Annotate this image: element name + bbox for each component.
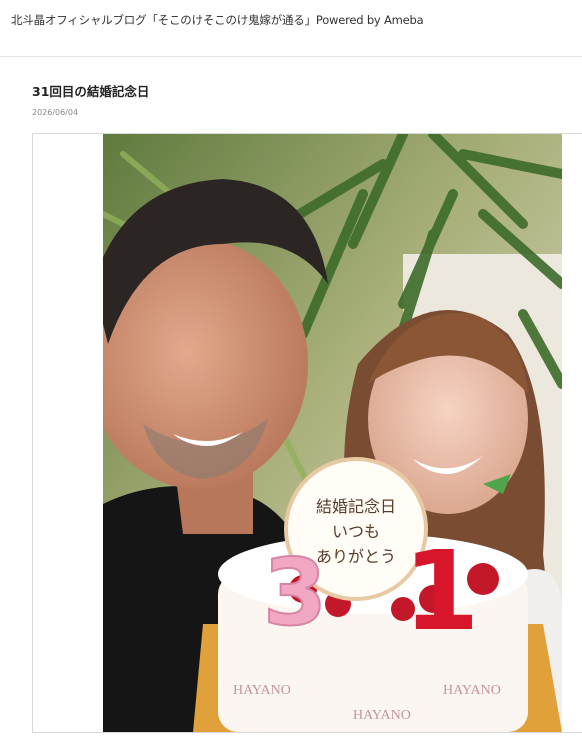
candle-digit-1: 1	[403, 527, 480, 655]
candle-digit-3: 3	[263, 539, 327, 646]
cake-brand-3: HAYANO	[443, 683, 501, 698]
entry-photo[interactable]: 結婚記念日 いつも ありがとう 3 1 HAYANO HAYANO HAYANO	[103, 134, 562, 732]
selfie-photo-illustration: 結婚記念日 いつも ありがとう 3 1 HAYANO HAYANO HAYANO	[103, 134, 562, 732]
plaque-line-3: ありがとう	[316, 547, 396, 566]
cake-brand-2: HAYANO	[353, 708, 411, 723]
entry-date: 2026/06/04	[32, 108, 79, 117]
plaque-line-1: 結婚記念日	[316, 497, 396, 516]
blog-entry: 31回目の結婚記念日 2026/06/04	[0, 84, 582, 118]
site-header: 北斗晶オフィシャルブログ「そこのけそこのけ鬼嫁が通る」Powered by Am…	[0, 0, 582, 57]
cake-brand-1: HAYANO	[233, 683, 291, 698]
entry-title[interactable]: 31回目の結婚記念日	[32, 84, 582, 100]
blog-title-link[interactable]: 北斗晶オフィシャルブログ「そこのけそこのけ鬼嫁が通る」Powered by Am…	[11, 13, 424, 27]
plaque-line-2: いつも	[332, 522, 380, 541]
